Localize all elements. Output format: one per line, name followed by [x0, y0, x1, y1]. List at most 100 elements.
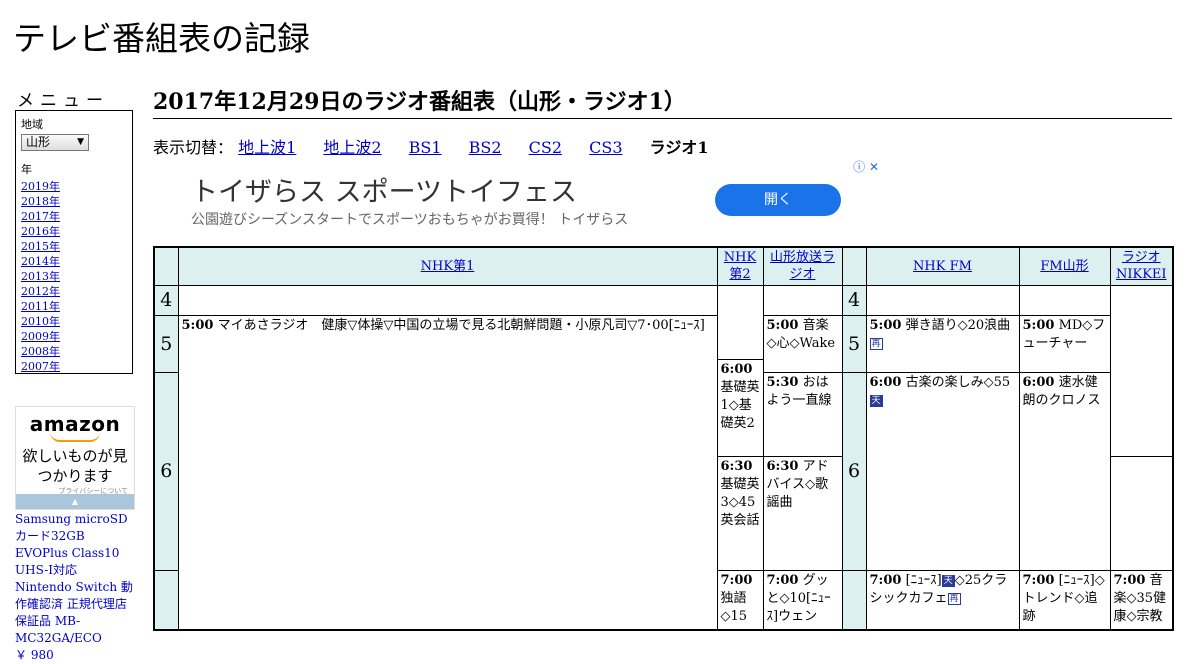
hour-label: 5	[153, 314, 179, 373]
switch-terrestrial1[interactable]: 地上波1	[238, 138, 296, 157]
program-time: 5:00	[766, 317, 799, 333]
channel-link-fmyamagata[interactable]: FM山形	[1040, 259, 1088, 274]
program-time: 7:00	[869, 572, 902, 588]
switch-cs2[interactable]: CS2	[529, 138, 562, 157]
channel-header: NHK FM	[865, 246, 1020, 286]
program-cell-empty	[1109, 284, 1174, 457]
year-link-2010[interactable]: 2010年	[21, 315, 60, 328]
year-link-2018[interactable]: 2018年	[21, 195, 60, 208]
close-icon[interactable]: ✕	[869, 160, 879, 174]
program-time: 7:00	[766, 572, 799, 588]
stereo-badge-icon: 天	[941, 574, 955, 587]
amazon-ad-copy: 欲しいものが見つかります	[22, 447, 128, 485]
program-title: マイあさラジオ 健康▽体操▽中国の立場で見る北朝鮮問題・小原凡司▽7･00[ﾆｭ…	[217, 317, 705, 333]
amazon-product[interactable]: Samsung microSDカード32GB EVOPlus Class10 U…	[15, 511, 137, 664]
program-time: 7:00	[720, 572, 753, 588]
year-link-2015[interactable]: 2015年	[21, 240, 60, 253]
program-cell[interactable]: 5:00 弾き語り◇20浪曲再	[865, 314, 1020, 373]
program-title: 基礎英3◇45英会話	[720, 476, 760, 528]
program-cell[interactable]: 7:00 [ﾆｭｰｽ]◇トレンド◇追跡	[1018, 569, 1111, 631]
year-link-2008[interactable]: 2008年	[21, 345, 60, 358]
channel-header-row: NHK第1 NHK第2 山形放送ラジオ NHK FM FM山形 ラジオNIKKE…	[153, 246, 1174, 286]
hour-row: 5 5:00 マイあさラジオ 健康▽体操▽中国の立場で見る北朝鮮問題・小原凡司▽…	[153, 314, 1173, 631]
channel-header: FM山形	[1018, 246, 1111, 286]
program-cell[interactable]: 6:00 古楽の楽しみ◇55 天	[865, 371, 1020, 571]
channel-link-nhkfm[interactable]: NHK FM	[913, 259, 972, 274]
program-cell[interactable]: 6:00 基礎英1◇基礎英2	[716, 358, 764, 457]
header-corner	[841, 246, 867, 286]
channel-link-ybc[interactable]: 山形放送ラジオ	[770, 250, 835, 282]
year-link-2007[interactable]: 2007年	[21, 360, 60, 373]
hour-label: 6	[841, 371, 867, 571]
year-link-2019[interactable]: 2019年	[21, 180, 60, 193]
program-cell-empty	[177, 284, 718, 316]
rebroadcast-badge-icon: 再	[947, 592, 961, 605]
program-title: 独語◇15	[720, 590, 748, 624]
rebroadcast-badge-icon: 再	[869, 337, 883, 350]
region-select[interactable]: 山形 ▼	[21, 134, 89, 151]
year-label: 年	[21, 163, 32, 176]
chevron-down-icon: ▼	[77, 137, 84, 147]
program-title: [ﾆｭｰｽ]	[905, 572, 942, 588]
hour-label-empty	[153, 569, 179, 631]
switch-radio1-current: ラジオ1	[649, 138, 709, 157]
banner-ad-open-button[interactable]: 開く	[715, 184, 841, 216]
program-time: 6:00	[1022, 374, 1055, 390]
program-cell[interactable]: 7:00 音楽◇35健康◇宗教	[1109, 569, 1174, 631]
program-cell-empty	[762, 284, 843, 316]
banner-ad-title: トイザらス スポーツトイフェス	[191, 177, 578, 208]
switch-cs3[interactable]: CS3	[589, 138, 622, 157]
program-time: 7:00	[1022, 572, 1055, 588]
year-link-2017[interactable]: 2017年	[21, 210, 60, 223]
hour-label: 4	[841, 284, 867, 316]
banner-ad-subtitle: 公園遊びシーズンスタートでスポーツおもちゃがお買得！ トイザらス	[191, 212, 629, 228]
program-cell[interactable]: 6:30 基礎英3◇45英会話	[716, 455, 764, 571]
view-switcher: 表示切替： 地上波1 地上波2 BS1 BS2 CS2 CS3 ラジオ1	[153, 134, 730, 158]
channel-link-radionikkei[interactable]: ラジオNIKKEI	[1116, 250, 1167, 282]
channel-link-nhk2[interactable]: NHK第2	[724, 250, 756, 282]
program-title: 基礎英1◇基礎英2	[720, 379, 760, 431]
program-time: 6:00	[720, 361, 753, 377]
program-cell[interactable]: 6:00 速水健朗のクロノス	[1018, 371, 1111, 571]
program-time: 5:00	[1022, 317, 1055, 333]
channel-header: 山形放送ラジオ	[762, 246, 843, 286]
switch-bs1[interactable]: BS1	[409, 138, 442, 157]
banner-ad[interactable]: ⓘ ✕ トイザらス スポーツトイフェス 公園遊びシーズンスタートでスポーツおもち…	[153, 156, 881, 244]
amazon-logo: amazon	[29, 412, 121, 436]
program-cell[interactable]: 6:30 アドバイス◇歌謡曲	[762, 455, 843, 571]
info-icon[interactable]: ⓘ	[853, 160, 865, 174]
year-link-2016[interactable]: 2016年	[21, 225, 60, 238]
year-link-2013[interactable]: 2013年	[21, 270, 60, 283]
header-corner	[153, 246, 179, 286]
switcher-prefix: 表示切替：	[153, 138, 234, 157]
program-cell[interactable]: 7:00 独語◇15	[716, 569, 764, 631]
program-cell-empty	[716, 284, 764, 360]
program-cell[interactable]: 5:00 マイあさラジオ 健康▽体操▽中国の立場で見る北朝鮮問題・小原凡司▽7･…	[177, 314, 718, 631]
channel-header: NHK第1	[177, 246, 718, 286]
program-time: 6:30	[766, 458, 799, 474]
year-list: 2019年 2018年 2017年 2016年 2015年 2014年 2013…	[21, 179, 127, 374]
channel-link-nhk1[interactable]: NHK第1	[421, 259, 475, 274]
amazon-product-link[interactable]: Samsung microSDカード32GB EVOPlus Class10 U…	[15, 512, 133, 645]
chevron-up-icon[interactable]: ▲	[16, 494, 134, 509]
hour-label: 6	[153, 371, 179, 571]
amazon-ad[interactable]: amazon 欲しいものが見つかります プライバシーについて ▲	[15, 406, 135, 510]
hour-label: 4	[153, 284, 179, 316]
year-link-2011[interactable]: 2011年	[21, 300, 60, 313]
program-cell[interactable]: 5:00 音楽◇心◇Wake	[762, 314, 843, 373]
year-link-2012[interactable]: 2012年	[21, 285, 60, 298]
program-cell[interactable]: 5:00 MD◇フューチャー	[1018, 314, 1111, 373]
program-time: 7:00	[1113, 572, 1146, 588]
switch-terrestrial2[interactable]: 地上波2	[323, 138, 381, 157]
program-time: 6:00	[869, 374, 902, 390]
switch-bs2[interactable]: BS2	[469, 138, 502, 157]
program-cell[interactable]: 5:30 おはよう一直線	[762, 371, 843, 457]
menu-box: 地域 山形 ▼ 年 2019年 2018年 2017年 2016年 2015年 …	[15, 110, 133, 374]
hour-label: 5	[841, 314, 867, 373]
year-link-2009[interactable]: 2009年	[21, 330, 60, 343]
schedule-table: NHK第1 NHK第2 山形放送ラジオ NHK FM FM山形 ラジオNIKKE…	[153, 246, 1174, 631]
program-cell[interactable]: 7:00 [ﾆｭｰｽ] 天 ◇25クラシックカフェ再	[865, 569, 1020, 631]
program-cell[interactable]: 7:00 グッと◇10[ﾆｭｰｽ]ウェン	[762, 569, 843, 631]
year-link-2014[interactable]: 2014年	[21, 255, 60, 268]
channel-header: NHK第2	[716, 246, 764, 286]
